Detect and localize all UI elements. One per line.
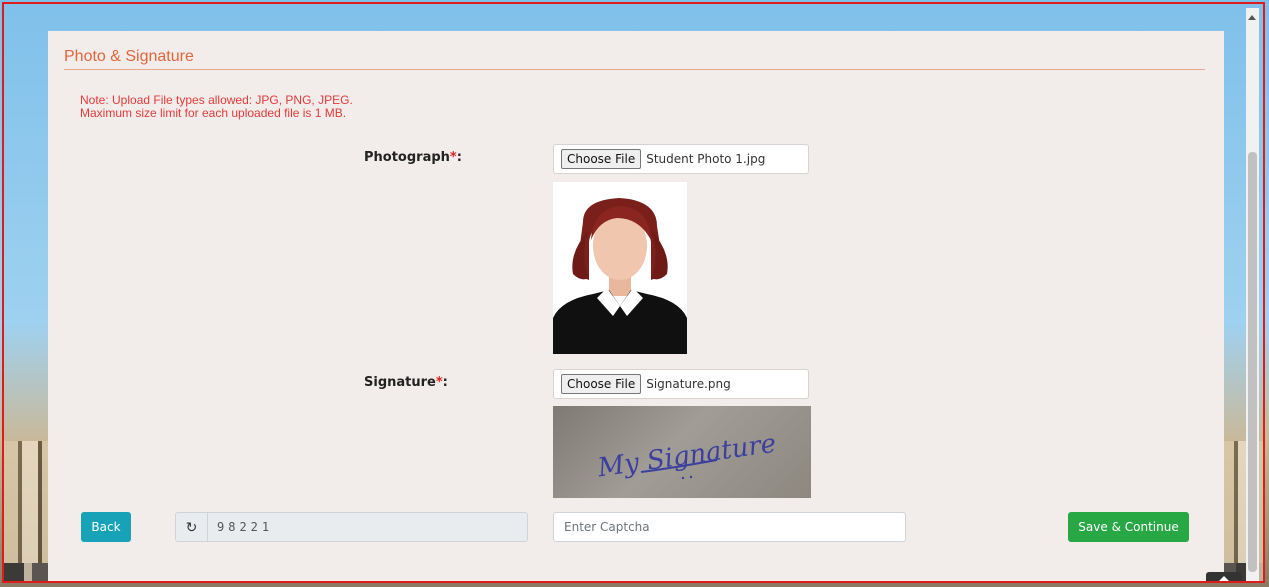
upload-note: Note: Upload File types allowed: JPG, PN… — [80, 94, 353, 120]
signature-preview: My Signature — [553, 406, 811, 498]
refresh-icon[interactable]: ↻ — [176, 513, 208, 541]
student-avatar-image — [553, 182, 687, 354]
chevron-up-icon — [1217, 576, 1231, 581]
section-divider — [64, 69, 1205, 70]
captcha-input[interactable] — [553, 512, 906, 542]
photograph-file-name: Student Photo 1.jpg — [646, 152, 766, 166]
captcha-code: 98221 — [217, 520, 274, 534]
page-frame: Photo & Signature Note: Upload File type… — [2, 2, 1265, 583]
scrollbar-thumb[interactable] — [1248, 152, 1257, 572]
signature-image-text: My Signature — [595, 429, 778, 484]
captcha-display: ↻ 98221 — [175, 512, 528, 542]
signature-image: My Signature — [595, 429, 778, 484]
save-continue-button[interactable]: Save & Continue — [1068, 512, 1189, 542]
signature-label: Signature*: — [364, 375, 448, 390]
photograph-label-text: Photograph — [364, 150, 450, 165]
signature-file-input[interactable]: Choose File Signature.png — [553, 369, 809, 399]
vertical-scrollbar[interactable] — [1246, 8, 1259, 581]
scroll-up-arrow-icon[interactable] — [1248, 15, 1256, 20]
label-colon: : — [456, 150, 462, 165]
photograph-label: Photograph*: — [364, 150, 462, 165]
signature-file-name: Signature.png — [646, 377, 731, 391]
signature-choose-file-button[interactable]: Choose File — [561, 374, 642, 394]
upload-note-size: Maximum size limit for each uploaded fil… — [80, 106, 347, 120]
section-title: Photo & Signature — [64, 48, 194, 65]
scroll-to-top-button[interactable] — [1206, 572, 1242, 581]
photograph-preview — [553, 182, 687, 354]
required-mark: * — [449, 150, 457, 165]
signature-label-text: Signature — [364, 375, 436, 390]
label-colon: : — [442, 375, 448, 390]
required-mark: * — [435, 375, 443, 390]
photograph-choose-file-button[interactable]: Choose File — [561, 149, 642, 169]
photo-signature-panel: Photo & Signature Note: Upload File type… — [48, 31, 1224, 581]
photograph-file-input[interactable]: Choose File Student Photo 1.jpg — [553, 144, 809, 174]
back-button[interactable]: Back — [81, 512, 131, 542]
